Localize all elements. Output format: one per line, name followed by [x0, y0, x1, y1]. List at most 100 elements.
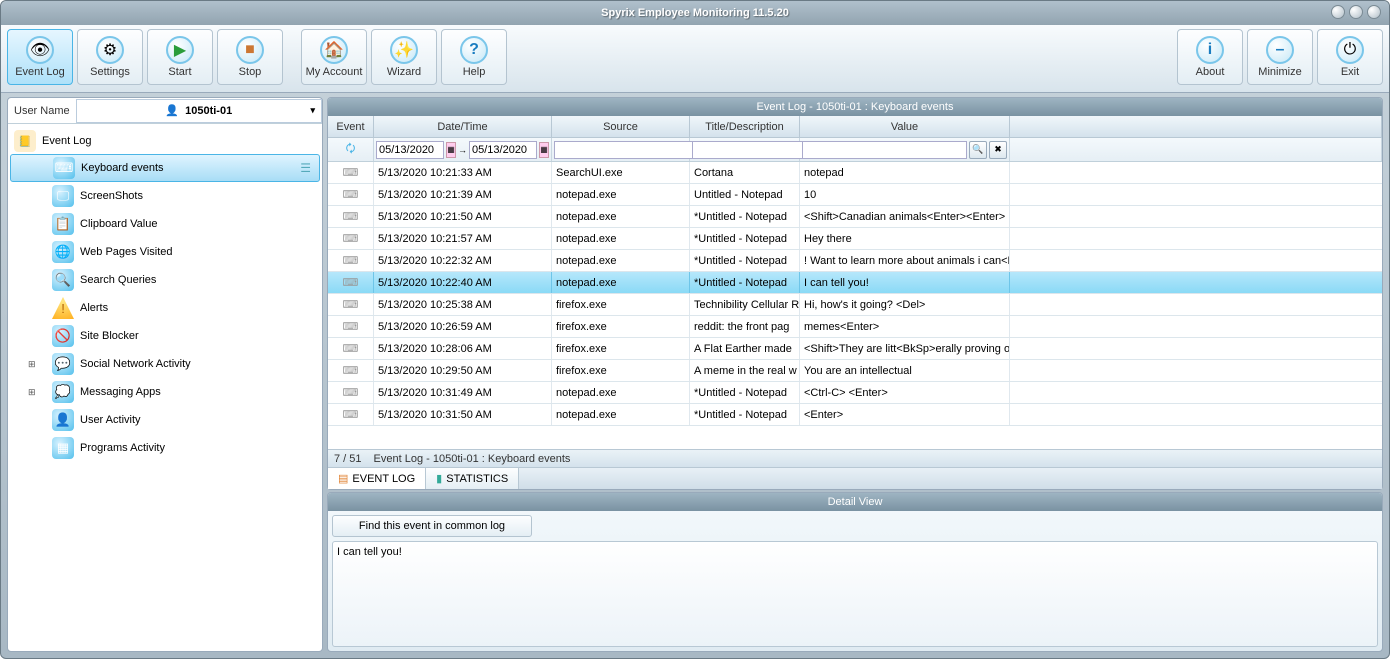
table-row[interactable]: ⌨5/13/2020 10:21:33 AMSearchUI.exeCortan…: [328, 162, 1382, 184]
cell-value: You are an intellectual: [800, 360, 1010, 381]
expander-icon[interactable]: ⊞: [28, 359, 36, 370]
value-filter-input[interactable]: [802, 141, 967, 159]
minimize-button[interactable]: – Minimize: [1247, 29, 1313, 85]
minimize-label: Minimize: [1258, 66, 1301, 78]
settings-button[interactable]: ⚙ Settings: [77, 29, 143, 85]
table-row[interactable]: ⌨5/13/2020 10:21:50 AMnotepad.exe*Untitl…: [328, 206, 1382, 228]
gear-icon: ⚙: [96, 36, 124, 64]
minimize-icon[interactable]: [1331, 5, 1345, 19]
value-clear-icon[interactable]: ✖: [989, 141, 1007, 159]
slider-icon[interactable]: ☰: [300, 161, 311, 175]
cell-value: <Shift>Canadian animals<Enter><Enter>: [800, 206, 1010, 227]
cell-source: firefox.exe: [552, 316, 690, 337]
sidebar-item-social-network-activity[interactable]: ⊞💬Social Network Activity: [10, 350, 320, 378]
cell-datetime: 5/13/2020 10:28:06 AM: [374, 338, 552, 359]
cell-datetime: 5/13/2020 10:26:59 AM: [374, 316, 552, 337]
clipboard-value-icon: 📋: [52, 213, 74, 235]
table-row[interactable]: ⌨5/13/2020 10:29:50 AMfirefox.exeA meme …: [328, 360, 1382, 382]
cell-datetime: 5/13/2020 10:21:50 AM: [374, 206, 552, 227]
sidebar-item-label: Site Blocker: [80, 330, 139, 342]
find-event-button[interactable]: Find this event in common log: [332, 515, 532, 537]
maximize-icon[interactable]: [1349, 5, 1363, 19]
my-account-button[interactable]: 🏠 My Account: [301, 29, 367, 85]
cell-value: <Enter>: [800, 404, 1010, 425]
calendar-to-icon[interactable]: ▦: [539, 142, 549, 158]
cell-value: I can tell you!: [800, 272, 1010, 293]
cell-source: notepad.exe: [552, 206, 690, 227]
sidebar-item-screenshots[interactable]: 🖵ScreenShots: [10, 182, 320, 210]
sidebar-item-site-blocker[interactable]: 🚫Site Blocker: [10, 322, 320, 350]
username-select[interactable]: 👤 1050ti-01: [76, 99, 322, 123]
sidebar-item-user-activity[interactable]: 👤User Activity: [10, 406, 320, 434]
date-from-input[interactable]: [376, 141, 444, 159]
grid-body[interactable]: ⌨5/13/2020 10:21:33 AMSearchUI.exeCortan…: [328, 162, 1382, 449]
main-toolbar: 👁 Event Log ⚙ Settings ▶ Start ■ Stop 🏠 …: [1, 25, 1389, 93]
cell-datetime: 5/13/2020 10:21:57 AM: [374, 228, 552, 249]
sidebar-item-messaging-apps[interactable]: ⊞💭Messaging Apps: [10, 378, 320, 406]
date-to-input[interactable]: [469, 141, 537, 159]
sidebar-item-keyboard-events[interactable]: ⌨Keyboard events☰: [10, 154, 320, 182]
window-controls: [1331, 5, 1381, 19]
help-label: Help: [463, 66, 486, 78]
cell-title: A meme in the real w: [690, 360, 800, 381]
sidebar-item-programs-activity[interactable]: ▦Programs Activity: [10, 434, 320, 462]
my-account-label: My Account: [306, 66, 363, 78]
alerts-icon: !: [52, 297, 74, 319]
table-row[interactable]: ⌨5/13/2020 10:22:32 AMnotepad.exe*Untitl…: [328, 250, 1382, 272]
sidebar-item-web-pages-visited[interactable]: 🌐Web Pages Visited: [10, 238, 320, 266]
wizard-button[interactable]: ✨ Wizard: [371, 29, 437, 85]
tree-root[interactable]: 📒 Event Log: [10, 128, 320, 154]
refresh-icon[interactable]: 🗘: [346, 140, 356, 159]
table-row[interactable]: ⌨5/13/2020 10:26:59 AMfirefox.exereddit:…: [328, 316, 1382, 338]
sidebar-item-search-queries[interactable]: 🔍Search Queries: [10, 266, 320, 294]
calendar-from-icon[interactable]: ▦: [446, 142, 456, 158]
cell-source: notepad.exe: [552, 382, 690, 403]
col-value[interactable]: Value: [800, 116, 1010, 137]
cell-value: Hey there: [800, 228, 1010, 249]
value-search-icon[interactable]: 🔍: [969, 141, 987, 159]
keyboard-icon: ⌨: [328, 228, 374, 249]
table-row[interactable]: ⌨5/13/2020 10:31:49 AMnotepad.exe*Untitl…: [328, 382, 1382, 404]
cell-value: memes<Enter>: [800, 316, 1010, 337]
expander-icon[interactable]: ⊞: [28, 387, 36, 398]
source-filter-input[interactable]: [554, 141, 698, 159]
col-title[interactable]: Title/Description: [690, 116, 800, 137]
sidebar-item-clipboard-value[interactable]: 📋 Clipboard Value: [10, 210, 320, 238]
col-event[interactable]: Event: [328, 116, 374, 137]
cell-value: Hi, how's it going? <Del>: [800, 294, 1010, 315]
cell-source: notepad.exe: [552, 272, 690, 293]
detail-panel: Detail View Find this event in common lo…: [327, 492, 1383, 652]
table-row[interactable]: ⌨5/13/2020 10:31:50 AMnotepad.exe*Untitl…: [328, 404, 1382, 426]
cell-title: A Flat Earther made: [690, 338, 800, 359]
cell-datetime: 5/13/2020 10:21:39 AM: [374, 184, 552, 205]
event-log-label: Event Log: [15, 66, 65, 78]
keyboard-icon: ⌨: [328, 184, 374, 205]
start-button[interactable]: ▶ Start: [147, 29, 213, 85]
keyboard-icon: ⌨: [328, 294, 374, 315]
sidebar-item-label: Clipboard Value: [80, 218, 157, 230]
col-datetime[interactable]: Date/Time: [374, 116, 552, 137]
titlebar[interactable]: Spyrix Employee Monitoring 11.5.20: [1, 1, 1389, 25]
sidebar-item-label: Keyboard events: [81, 162, 164, 174]
app-window: Spyrix Employee Monitoring 11.5.20 👁 Eve…: [0, 0, 1390, 659]
table-row[interactable]: ⌨5/13/2020 10:21:57 AMnotepad.exe*Untitl…: [328, 228, 1382, 250]
exit-button[interactable]: ⏻ Exit: [1317, 29, 1383, 85]
detail-text[interactable]: I can tell you!: [332, 541, 1378, 647]
table-row[interactable]: ⌨5/13/2020 10:28:06 AMfirefox.exeA Flat …: [328, 338, 1382, 360]
cell-value: ! Want to learn more about animals i can…: [800, 250, 1010, 271]
stop-button[interactable]: ■ Stop: [217, 29, 283, 85]
cell-source: firefox.exe: [552, 294, 690, 315]
sidebar-item-alerts[interactable]: !Alerts: [10, 294, 320, 322]
help-button[interactable]: ? Help: [441, 29, 507, 85]
cell-title: *Untitled - Notepad: [690, 382, 800, 403]
about-button[interactable]: i About: [1177, 29, 1243, 85]
tab-statistics[interactable]: ▮ STATISTICS: [426, 468, 519, 489]
close-icon[interactable]: [1367, 5, 1381, 19]
event-log-button[interactable]: 👁 Event Log: [7, 29, 73, 85]
table-row[interactable]: ⌨5/13/2020 10:25:38 AMfirefox.exeTechnib…: [328, 294, 1382, 316]
table-row[interactable]: ⌨5/13/2020 10:21:39 AMnotepad.exeUntitle…: [328, 184, 1382, 206]
sidebar-item-label: Search Queries: [80, 274, 156, 286]
table-row[interactable]: ⌨5/13/2020 10:22:40 AMnotepad.exe*Untitl…: [328, 272, 1382, 294]
tab-event-log[interactable]: ▤ EVENT LOG: [328, 468, 426, 489]
col-source[interactable]: Source: [552, 116, 690, 137]
